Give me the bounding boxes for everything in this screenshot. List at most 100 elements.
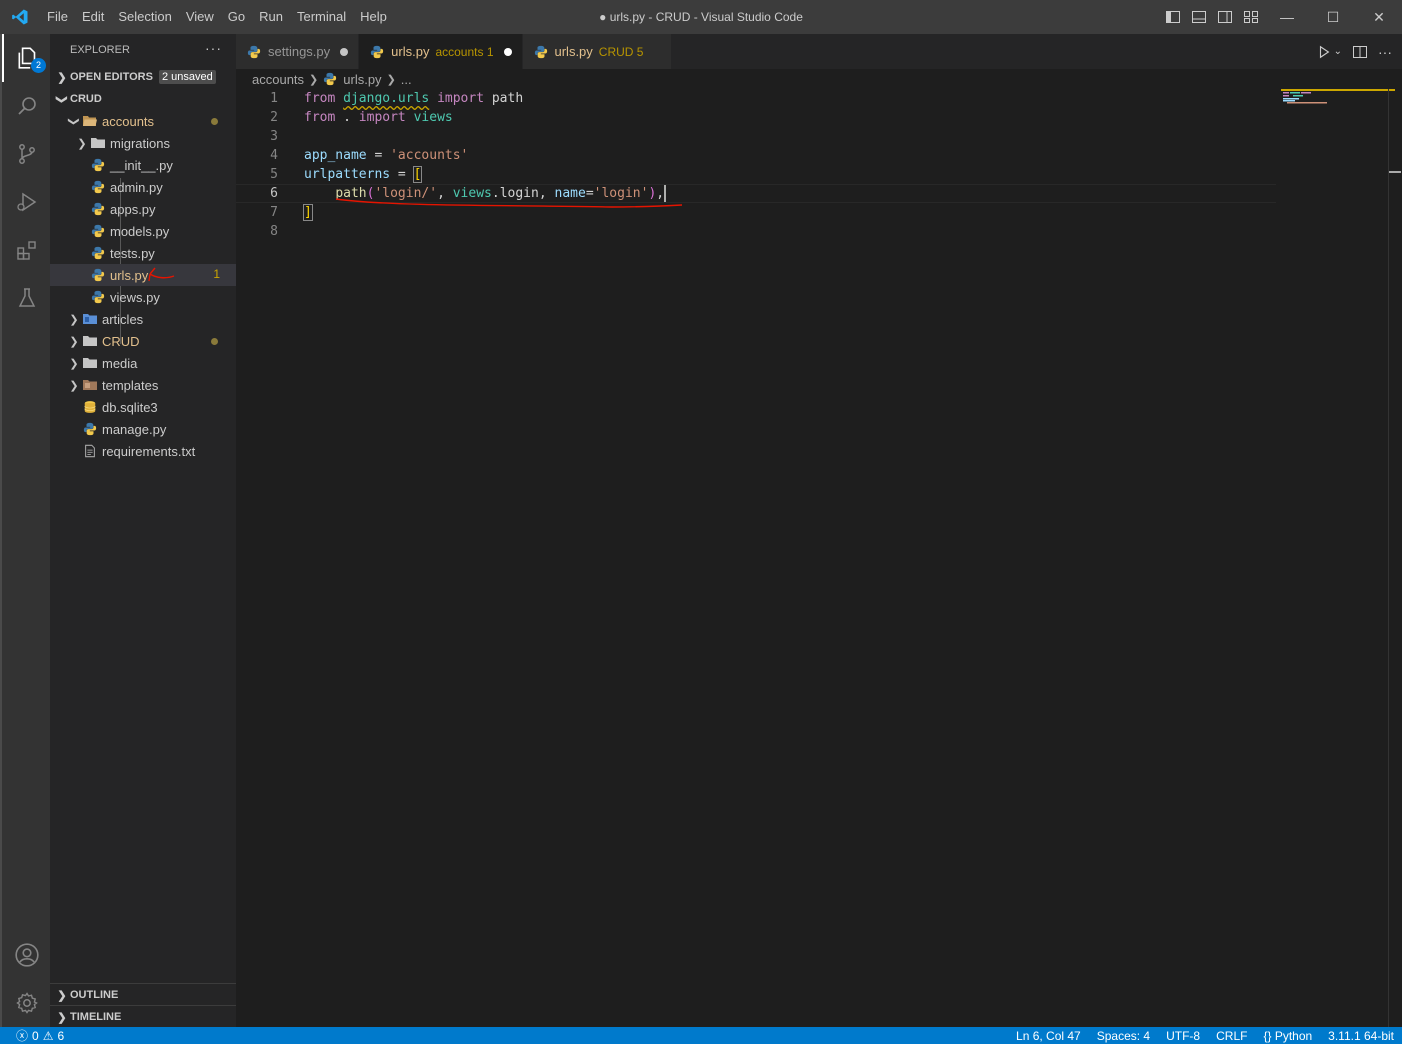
python-interpreter[interactable]: 3.11.1 64-bit bbox=[1328, 1029, 1394, 1043]
toggle-panel-icon[interactable] bbox=[1190, 8, 1208, 26]
minimap[interactable] bbox=[1281, 89, 1395, 119]
end-of-line[interactable]: CRLF bbox=[1216, 1029, 1247, 1043]
code-line[interactable]: 3 bbox=[236, 127, 1276, 146]
maximize-icon[interactable]: ☐ bbox=[1310, 0, 1356, 34]
split-editor-icon[interactable] bbox=[1352, 44, 1368, 60]
close-icon[interactable]: ✕ bbox=[1356, 0, 1402, 34]
workspace-root-label: CRUD bbox=[70, 93, 102, 105]
toggle-primary-sidebar-icon[interactable] bbox=[1164, 8, 1182, 26]
more-actions-icon[interactable]: ··· bbox=[1378, 44, 1392, 60]
tree-file-views[interactable]: views.py bbox=[50, 286, 236, 308]
activity-bar: 2 bbox=[0, 34, 50, 1027]
tab-urls-accounts[interactable]: urls.py accounts 1 bbox=[359, 34, 523, 69]
vertical-scrollbar[interactable] bbox=[1388, 89, 1402, 1027]
workspace-root-section[interactable]: ❯ CRUD bbox=[50, 88, 236, 110]
tab-urls-crud[interactable]: urls.py CRUD 5 bbox=[522, 34, 673, 69]
more-actions-icon[interactable]: ··· bbox=[205, 40, 222, 56]
run-file-icon[interactable]: ⌄ bbox=[1317, 45, 1342, 59]
menu-help[interactable]: Help bbox=[353, 0, 394, 34]
tree-file-models[interactable]: models.py bbox=[50, 220, 236, 242]
open-editors-section[interactable]: ❯ OPEN EDITORS 2 unsaved bbox=[50, 66, 236, 88]
tree-folder-crud[interactable]: ❯ CRUD bbox=[50, 330, 236, 352]
customize-layout-icon[interactable] bbox=[1242, 8, 1260, 26]
line-number: 1 bbox=[270, 91, 278, 106]
layout-controls bbox=[1164, 0, 1260, 34]
line-number: 2 bbox=[270, 110, 278, 125]
tree-file-manage[interactable]: manage.py bbox=[50, 418, 236, 440]
tree-file-admin[interactable]: admin.py bbox=[50, 176, 236, 198]
code-line[interactable]: 4 app_name = 'accounts' bbox=[236, 146, 1276, 165]
outline-label: OUTLINE bbox=[70, 989, 119, 1001]
python-file-icon bbox=[90, 223, 106, 239]
code-editor[interactable]: 1 from django.urls import path 2 from . … bbox=[236, 89, 1402, 1027]
code-line[interactable]: 8 bbox=[236, 222, 1276, 241]
tab-settings-py[interactable]: settings.py bbox=[236, 34, 360, 69]
code-line[interactable]: 7 ] bbox=[236, 203, 1276, 222]
menu-go[interactable]: Go bbox=[221, 0, 252, 34]
problems-indicator[interactable]: ⓧ 0 ⚠ 6 bbox=[0, 1027, 64, 1044]
extensions-icon[interactable] bbox=[2, 226, 52, 274]
tree-folder-migrations[interactable]: ❯ migrations bbox=[50, 132, 236, 154]
error-icon: ⓧ bbox=[16, 1029, 29, 1043]
outline-section[interactable]: ❯ OUTLINE bbox=[50, 983, 236, 1005]
code-line[interactable]: 5 urlpatterns = [ bbox=[236, 165, 1276, 184]
explorer-icon[interactable]: 2 bbox=[2, 34, 52, 82]
encoding[interactable]: UTF-8 bbox=[1166, 1029, 1200, 1043]
accounts-icon[interactable] bbox=[2, 931, 52, 979]
code-line[interactable]: 2 from . import views bbox=[236, 108, 1276, 127]
code-line[interactable]: 1 from django.urls import path bbox=[236, 89, 1276, 108]
tree-folder-articles[interactable]: ❯ articles bbox=[50, 308, 236, 330]
menu-bar: File Edit Selection View Go Run Terminal… bbox=[40, 0, 394, 34]
chevron-down-icon[interactable]: ⌄ bbox=[1334, 46, 1342, 57]
menu-selection[interactable]: Selection bbox=[111, 0, 178, 34]
folder-icon bbox=[90, 135, 106, 151]
tree-folder-accounts[interactable]: ❯ accounts bbox=[50, 110, 236, 132]
run-debug-icon[interactable] bbox=[2, 178, 52, 226]
source-control-icon[interactable] bbox=[2, 130, 52, 178]
breadcrumb-symbol[interactable]: ... bbox=[401, 72, 412, 87]
unsaved-badge: 2 unsaved bbox=[158, 70, 216, 84]
explorer-sidebar: EXPLORER ··· ❯ OPEN EDITORS 2 unsaved ❯ … bbox=[50, 34, 236, 1027]
chevron-right-icon: ❯ bbox=[309, 73, 319, 86]
status-bar: ⓧ 0 ⚠ 6 Ln 6, Col 47 Spaces: 4 UTF-8 CRL… bbox=[0, 1027, 1402, 1044]
menu-edit[interactable]: Edit bbox=[75, 0, 111, 34]
cursor-position[interactable]: Ln 6, Col 47 bbox=[1016, 1029, 1081, 1043]
tree-label: __init__.py bbox=[110, 157, 173, 173]
indentation[interactable]: Spaces: 4 bbox=[1097, 1029, 1150, 1043]
tree-file-db[interactable]: db.sqlite3 bbox=[50, 396, 236, 418]
menu-terminal[interactable]: Terminal bbox=[290, 0, 353, 34]
tree-file-urls[interactable]: urls.py 1 bbox=[50, 264, 236, 286]
explorer-badge: 2 bbox=[31, 58, 46, 73]
breadcrumb-folder[interactable]: accounts bbox=[252, 72, 304, 87]
menu-file[interactable]: File bbox=[40, 0, 75, 34]
menu-view[interactable]: View bbox=[179, 0, 221, 34]
tree-folder-templates[interactable]: ❯ templates bbox=[50, 374, 236, 396]
window-controls: — ☐ ✕ bbox=[1264, 0, 1402, 34]
tree-folder-media[interactable]: ❯ media bbox=[50, 352, 236, 374]
menu-run[interactable]: Run bbox=[252, 0, 290, 34]
tree-file-tests[interactable]: tests.py bbox=[50, 242, 236, 264]
unsaved-dot[interactable] bbox=[340, 47, 349, 56]
tree-label: migrations bbox=[110, 135, 170, 151]
settings-gear-icon[interactable] bbox=[2, 979, 52, 1027]
chevron-right-icon: ❯ bbox=[69, 357, 79, 370]
minimize-icon[interactable]: — bbox=[1264, 0, 1310, 34]
folder-templates-icon bbox=[82, 377, 98, 393]
open-editors-label: OPEN EDITORS bbox=[70, 71, 153, 83]
breadcrumb-file[interactable]: urls.py bbox=[343, 72, 381, 87]
toggle-secondary-sidebar-icon[interactable] bbox=[1216, 8, 1234, 26]
testing-icon[interactable] bbox=[2, 274, 52, 322]
tree-file-init[interactable]: __init__.py bbox=[50, 154, 236, 176]
error-count: 0 bbox=[32, 1028, 39, 1043]
tab-label: urls.py bbox=[554, 44, 593, 59]
unsaved-dot[interactable] bbox=[503, 47, 512, 56]
timeline-section[interactable]: ❯ TIMELINE bbox=[50, 1005, 236, 1027]
search-icon[interactable] bbox=[2, 82, 52, 130]
python-file-icon bbox=[323, 71, 339, 87]
tab-description: CRUD 5 bbox=[598, 44, 644, 59]
tree-file-requirements[interactable]: requirements.txt bbox=[50, 440, 236, 462]
language-mode[interactable]: {} Python bbox=[1263, 1029, 1312, 1043]
chevron-right-icon: ❯ bbox=[69, 313, 79, 326]
tree-file-apps[interactable]: apps.py bbox=[50, 198, 236, 220]
database-icon bbox=[82, 399, 98, 415]
